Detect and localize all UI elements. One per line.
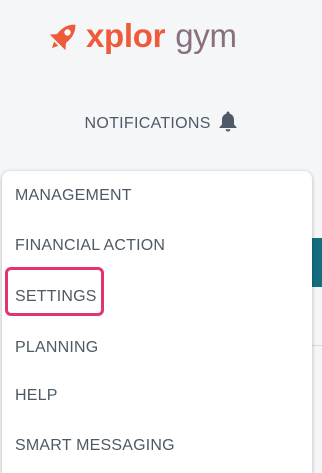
- rocket-icon: [49, 24, 76, 51]
- menu-item-financial-action[interactable]: FINANCIAL ACTION: [2, 226, 312, 266]
- menu-item-label: MANAGEMENT: [15, 187, 132, 204]
- menu-item-help[interactable]: HELP: [2, 376, 312, 416]
- brand-name-gym: gym: [175, 17, 237, 54]
- settings-highlight-box: [5, 267, 104, 316]
- menu-item-label: PLANNING: [15, 339, 99, 356]
- bell-icon: [219, 111, 237, 132]
- menu-item-smart-messaging[interactable]: SMART MESSAGING: [2, 426, 312, 466]
- notifications-label: NOTIFICATIONS: [84, 115, 211, 132]
- brand-name-xplor: xplor: [86, 17, 166, 54]
- menu-item-label: FINANCIAL ACTION: [15, 237, 166, 254]
- menu-item-label: HELP: [15, 387, 58, 404]
- dropdown-menu: MANAGEMENT FINANCIAL ACTION SETTINGS PLA…: [2, 171, 312, 473]
- brand-logo: xplor gym: [46, 16, 276, 60]
- menu-item-planning[interactable]: PLANNING: [2, 328, 312, 368]
- brand-wordmark: xplor gym: [86, 16, 237, 56]
- menu-item-management[interactable]: MANAGEMENT: [2, 176, 312, 216]
- notifications-link[interactable]: NOTIFICATIONS: [0, 110, 322, 137]
- menu-item-label: SMART MESSAGING: [15, 437, 175, 454]
